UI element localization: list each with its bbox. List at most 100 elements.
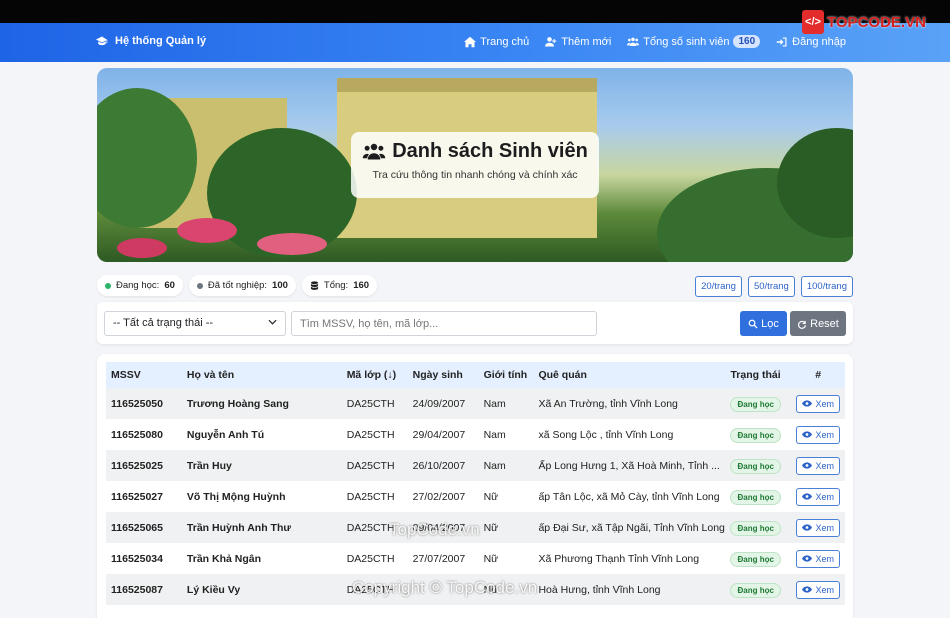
chevron-down-icon (268, 319, 277, 325)
view-button[interactable]: Xem (796, 549, 840, 568)
cell-action: Xem (791, 512, 845, 543)
green-dot-icon (105, 282, 111, 289)
cell-mssv: 116525050 (111, 397, 163, 410)
cell-mssv: 116525034 (111, 552, 163, 565)
eye-icon (802, 586, 813, 593)
cell-action: Xem (791, 388, 845, 419)
stat-graduated-value: 100 (272, 280, 288, 291)
cell-action: Xem (791, 574, 845, 605)
cell-gender: Nữ (483, 552, 499, 565)
cell-class: DA25CTH (346, 428, 395, 441)
header-mssv[interactable]: MSSV (106, 362, 182, 388)
stat-total-value: 160 (353, 280, 370, 291)
header-name[interactable]: Họ và tên (182, 362, 342, 388)
nav-home-label: Trang chủ (480, 35, 530, 48)
header-class[interactable]: Mã lớp (↓) (342, 362, 408, 388)
graduation-cap-icon (96, 36, 108, 46)
nav-home[interactable]: Trang chủ (464, 35, 529, 48)
topcode-logo-mark: </> (802, 10, 824, 34)
status-badge: Đang học (730, 427, 781, 443)
status-select[interactable]: -- Tất cả trạng thái -- (104, 311, 286, 336)
header-gender[interactable]: Giới tính (479, 362, 534, 388)
status-badge: Đang học (730, 396, 781, 412)
view-button[interactable]: Xem (796, 394, 840, 413)
cell-gender: Nữ (483, 490, 499, 503)
cell-dob: 09/04/2007 (412, 521, 466, 534)
status-select-value: -- Tất cả trạng thái -- (113, 317, 214, 329)
stats-bar: Đang học: 60 Đã tốt nghiệp: 100 Tổng: 16… (97, 275, 378, 296)
view-button[interactable]: Xem (796, 456, 840, 475)
nav-total-students[interactable]: Tổng số sinh viên 160 (627, 35, 761, 48)
refresh-icon (798, 320, 807, 329)
cell-name: Võ Thị Mộng Huỳnh (186, 490, 286, 503)
user-plus-icon (545, 36, 557, 46)
hero-title-text: Danh sách Sinh viên (392, 140, 588, 162)
gray-dot-icon (196, 282, 203, 289)
view-button-label: Xem (815, 460, 834, 471)
cell-dob: 27/02/2007 (412, 490, 466, 503)
status-badge: Đang học (730, 458, 781, 474)
view-button[interactable]: Xem (796, 425, 840, 444)
eye-icon (802, 493, 813, 500)
eye-icon (802, 524, 813, 531)
eye-icon (802, 555, 813, 562)
cell-class: DA25CTH (346, 521, 395, 534)
topcode-logo-text: TOPCODE.VN (827, 13, 926, 31)
stat-studying-label: Đang học: (116, 280, 160, 291)
nav-add-new-label: Thêm mới (561, 35, 612, 48)
view-button-label: Xem (815, 553, 834, 564)
cell-class: DA25CTH (346, 397, 395, 410)
cell-dob: 27/07/2007 (412, 552, 466, 565)
cell-name: Nguyễn Anh Tú (186, 428, 265, 441)
cell-status: Đang học (725, 450, 791, 481)
header-dob[interactable]: Ngày sinh (408, 362, 479, 388)
student-table-card: MSSV Họ và tên Mã lớp (↓) Ngày sinh Giới… (97, 354, 853, 618)
status-badge: Đang học (730, 582, 781, 598)
cell-hometown: xã Song Lộc , tỉnh Vĩnh Long (538, 428, 674, 441)
cell-gender: Nam (483, 428, 506, 441)
reset-button[interactable]: Reset (790, 311, 846, 336)
cell-gender: Nam (483, 459, 506, 472)
stat-total: Tổng: 160 (301, 275, 378, 296)
header-status[interactable]: Trạng thái (725, 362, 791, 388)
per-page-100-button[interactable]: 100/trang (800, 276, 853, 297)
view-button[interactable]: Xem (796, 580, 840, 599)
cell-action: Xem (791, 419, 845, 450)
stat-studying-value: 60 (164, 280, 175, 291)
hero-building-roof (337, 78, 597, 92)
nav-login[interactable]: Đăng nhập (776, 35, 846, 48)
eye-icon (802, 431, 813, 438)
table-row: 116525034 Trần Khả Ngân DA25CTH 27/07/2007 N… (106, 543, 845, 574)
filter-bar: -- Tất cả trạng thái -- Lọc Reset (97, 302, 853, 344)
nav-add-new[interactable]: Thêm mới (545, 35, 611, 48)
stat-total-label: Tổng: (323, 280, 349, 291)
reset-button-label: Reset (810, 317, 839, 330)
filter-button[interactable]: Lọc (740, 311, 787, 336)
cell-mssv: 116525087 (111, 583, 163, 596)
cell-action: Xem (791, 481, 845, 512)
view-button[interactable]: Xem (796, 518, 840, 537)
search-input[interactable] (291, 311, 597, 336)
per-page-20-button[interactable]: 20/trang (695, 276, 742, 297)
cell-dob: 26/10/2007 (412, 459, 466, 472)
cell-dob (408, 574, 479, 605)
table-row: 116525087 Lý Kiều Vy DA25CTH Nữ Hoà Hưng, tỉ… (106, 574, 845, 605)
cell-name: Trần Huy (186, 459, 232, 472)
database-icon (310, 280, 318, 290)
per-page-50-button[interactable]: 50/trang (747, 276, 795, 297)
brand[interactable]: Hệ thống Quản lý (96, 35, 206, 47)
stat-graduated: Đã tốt nghiệp: 100 (188, 275, 296, 296)
cell-hometown: Xã An Trường, tỉnh Vĩnh Long (538, 397, 678, 410)
hero-flowers (117, 238, 167, 258)
header-action: # (815, 369, 822, 381)
cell-hometown: ấp Đại Sư, xã Tập Ngãi, Tỉnh Vĩnh Long (538, 521, 725, 534)
table-row: 116525080 Nguyễn Anh Tú DA25CTH 29/04/2007 N… (106, 419, 845, 450)
cell-class: DA25CTH (346, 583, 395, 596)
view-button[interactable]: Xem (796, 487, 840, 506)
header-hometown[interactable]: Quê quán (533, 362, 725, 388)
stat-studying: Đang học: 60 (97, 275, 183, 296)
table-row: 116525025 Trần Huy DA25CTH 26/10/2007 Nam Ấp … (106, 450, 845, 481)
nav-total-students-label: Tổng số sinh viên (643, 35, 730, 48)
cell-mssv: 116525080 (111, 428, 163, 441)
hero-flowers (257, 233, 327, 255)
